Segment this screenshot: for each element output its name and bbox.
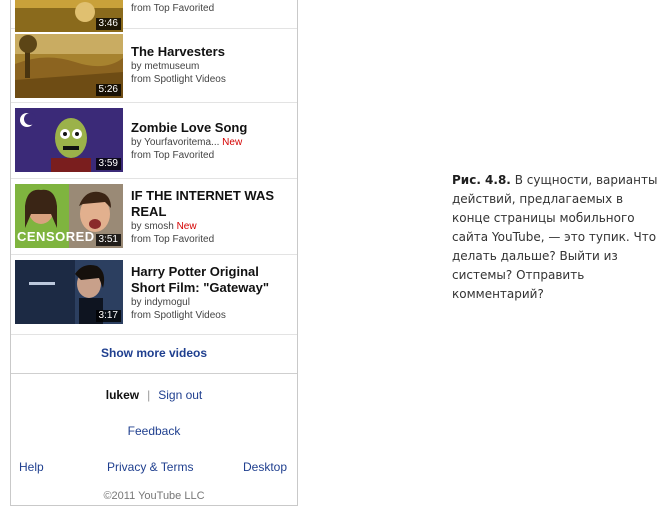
- video-source: from Top Favorited: [131, 234, 215, 245]
- account-line: lukew | Sign out: [11, 388, 297, 402]
- video-thumbnail[interactable]: 3:59: [15, 108, 123, 172]
- video-source: from Top Favorited: [131, 3, 215, 14]
- video-row[interactable]: CENSORED 3:51 IF THE INTERNET WAS REAL b…: [11, 178, 297, 255]
- video-author: by metmuseum: [131, 60, 293, 73]
- copyright: ©2011 YouTube LLC: [103, 490, 205, 502]
- new-badge: New: [222, 137, 243, 148]
- video-source: from Spotlight Videos: [131, 74, 226, 85]
- video-author: by smosh New: [131, 220, 293, 233]
- video-thumbnail[interactable]: CENSORED 3:51: [15, 184, 123, 248]
- figure-caption-text: В сущности, варианты действий, предлагае…: [452, 173, 658, 301]
- video-thumbnail[interactable]: 3:17: [15, 260, 123, 324]
- video-row[interactable]: 3:17 Harry Potter Original Short Film: "…: [11, 254, 297, 335]
- video-row[interactable]: 3:59 Zombie Love Song by Yourfavoritema.…: [11, 102, 297, 179]
- author-name: by indymogul: [131, 297, 190, 308]
- video-duration: 3:59: [95, 158, 121, 170]
- show-more-videos-button[interactable]: Show more videos: [11, 334, 297, 372]
- video-source: from Spotlight Videos: [131, 310, 226, 321]
- mobile-screen: 3:46 from Top Favorited 5:26 The Harvest…: [10, 0, 298, 506]
- video-title[interactable]: The Harvesters: [131, 44, 293, 60]
- video-title[interactable]: Zombie Love Song: [131, 120, 293, 136]
- author-name: by metmuseum: [131, 61, 200, 72]
- video-row[interactable]: 3:46 from Top Favorited: [11, 0, 297, 32]
- figure-label: Рис. 4.8.: [452, 173, 511, 187]
- sign-out-link[interactable]: Sign out: [158, 388, 202, 402]
- censored-badge: CENSORED: [17, 229, 95, 244]
- username: lukew: [105, 388, 140, 402]
- privacy-terms-link[interactable]: Privacy & Terms: [107, 460, 193, 474]
- video-source: from Top Favorited: [131, 150, 215, 161]
- author-name: by Yourfavoritema...: [131, 137, 220, 148]
- video-row[interactable]: 5:26 The Harvesters by metmuseum from Sp…: [11, 28, 297, 103]
- video-duration: 5:26: [95, 84, 121, 96]
- video-duration: 3:17: [95, 310, 121, 322]
- video-author: by Yourfavoritema... New: [131, 136, 293, 149]
- new-badge: New: [176, 221, 197, 232]
- feedback-link[interactable]: Feedback: [128, 424, 181, 438]
- help-link[interactable]: Help: [19, 460, 44, 474]
- author-name: by smosh: [131, 221, 174, 232]
- figure-caption: Рис. 4.8. В сущности, варианты действий,…: [452, 171, 658, 304]
- video-duration: 3:51: [95, 234, 121, 246]
- video-author: by indymogul: [131, 296, 293, 309]
- separator: |: [147, 388, 151, 402]
- video-title[interactable]: Harry Potter Original Short Film: "Gatew…: [131, 264, 293, 296]
- footer: lukew | Sign out Feedback Help Privacy & T…: [11, 373, 297, 505]
- video-title[interactable]: IF THE INTERNET WAS REAL: [131, 188, 293, 220]
- video-thumbnail[interactable]: 5:26: [15, 34, 123, 98]
- desktop-link[interactable]: Desktop: [243, 460, 287, 474]
